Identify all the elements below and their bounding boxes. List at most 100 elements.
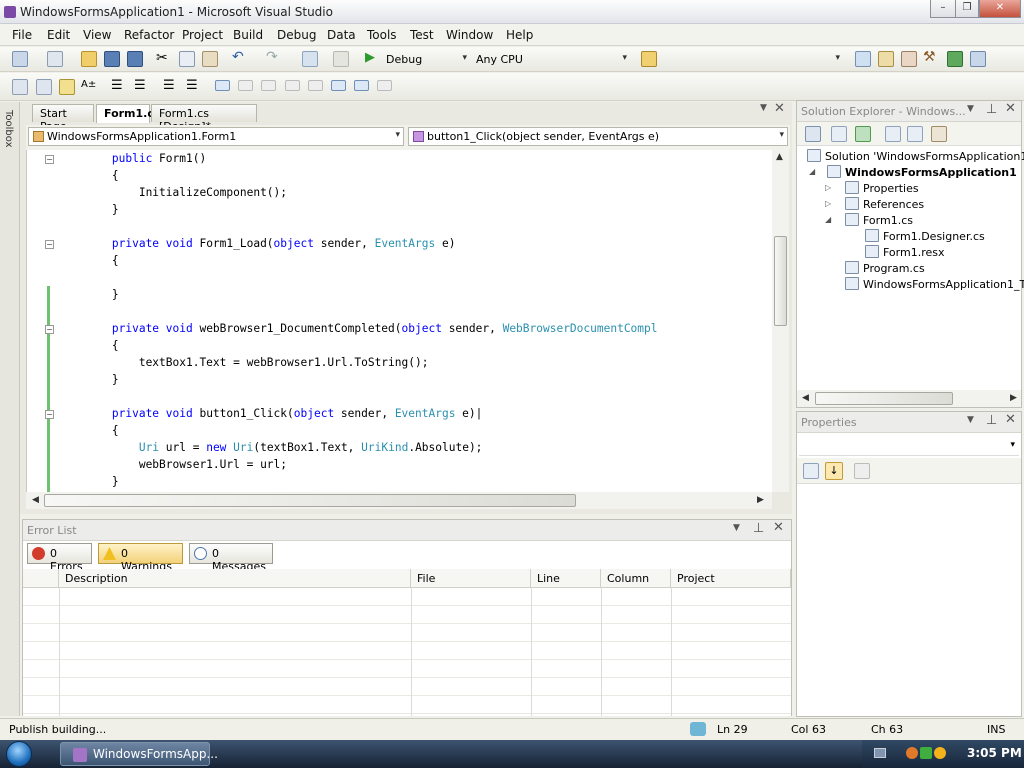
column-header-icon[interactable]: [23, 569, 59, 588]
save-all-icon[interactable]: [127, 51, 143, 67]
code-line[interactable]: {: [58, 252, 119, 269]
copy-icon[interactable]: [179, 51, 195, 67]
tree-node[interactable]: Program.cs: [845, 261, 925, 275]
next-bookmark-document-icon[interactable]: [354, 80, 369, 91]
warnings-filter-button[interactable]: 0 Warnings: [98, 543, 183, 573]
menu-help[interactable]: Help: [506, 28, 533, 42]
network-icon[interactable]: [906, 747, 918, 759]
minimize-button[interactable]: –: [930, 0, 956, 18]
menu-debug[interactable]: Debug: [277, 28, 316, 42]
redo-icon[interactable]: ↷: [266, 49, 282, 65]
window-position-icon[interactable]: ▼: [733, 523, 740, 533]
close-button[interactable]: ✕: [979, 0, 1021, 18]
collapse-toggle[interactable]: −: [45, 325, 54, 334]
sort-icon[interactable]: A±: [81, 79, 97, 95]
menu-project[interactable]: Project: [182, 28, 223, 42]
auto-hide-pin-icon[interactable]: ⊥: [753, 521, 764, 536]
code-line[interactable]: Uri url = new Uri(textBox1.Text, UriKind…: [58, 439, 483, 456]
paste-icon[interactable]: [202, 51, 218, 67]
code-line[interactable]: webBrowser1.Url = url;: [58, 456, 287, 473]
keyboard-icon[interactable]: [874, 748, 886, 758]
auto-hide-pin-icon[interactable]: ⊥: [986, 102, 997, 117]
tree-node[interactable]: Solution 'WindowsFormsApplication1: [807, 149, 1024, 163]
member-dropdown[interactable]: button1_Click(object sender, EventArgs e…: [408, 127, 788, 146]
tree-node[interactable]: References: [845, 197, 924, 211]
refresh-icon[interactable]: [855, 126, 871, 142]
tree-node[interactable]: Properties: [845, 181, 919, 195]
next-bookmark-folder-icon[interactable]: [308, 80, 323, 91]
property-pages-icon[interactable]: [854, 463, 870, 479]
menu-data[interactable]: Data: [327, 28, 356, 42]
code-line[interactable]: }: [58, 371, 119, 388]
indent-icon[interactable]: ☰: [134, 78, 150, 94]
menu-refactor[interactable]: Refactor: [124, 28, 174, 42]
expand-toggle-icon[interactable]: ▷: [825, 183, 831, 192]
column-header-line[interactable]: Line: [531, 569, 601, 588]
collapse-toggle[interactable]: −: [45, 240, 54, 249]
cut-icon[interactable]: ✂: [156, 50, 172, 66]
alphabetical-icon[interactable]: ↓: [825, 462, 843, 480]
close-document-icon[interactable]: ✕: [774, 101, 785, 116]
expand-toggle-icon[interactable]: ▷: [825, 199, 831, 208]
taskbar-item-visual-studio[interactable]: WindowsFormsApp...: [60, 742, 218, 766]
expand-toggle-icon[interactable]: ◢: [809, 167, 815, 176]
add-item-icon[interactable]: [47, 51, 63, 67]
solution-platform-dropdown[interactable]: Any CPU: [471, 50, 631, 69]
active-files-dropdown-icon[interactable]: ▼: [760, 103, 767, 113]
code-line[interactable]: }: [58, 473, 119, 490]
menu-build[interactable]: Build: [233, 28, 263, 42]
code-line[interactable]: }: [58, 286, 119, 303]
column-header-description[interactable]: Description: [59, 569, 411, 588]
code-line[interactable]: private void webBrowser1_DocumentComplet…: [58, 320, 658, 337]
maximize-button[interactable]: ❐: [955, 0, 979, 18]
start-debugging-icon[interactable]: ▶: [365, 50, 381, 66]
scroll-thumb[interactable]: [774, 236, 787, 326]
next-bookmark-icon[interactable]: [261, 80, 276, 91]
code-line[interactable]: {: [58, 337, 119, 354]
code-line[interactable]: }: [58, 201, 119, 218]
menu-test[interactable]: Test: [410, 28, 434, 42]
view-code-icon[interactable]: [885, 126, 901, 142]
editor-vertical-scrollbar[interactable]: ▲: [772, 150, 789, 492]
scroll-left-icon[interactable]: ◀: [802, 393, 809, 403]
code-line[interactable]: {: [58, 167, 119, 184]
find-in-files-icon[interactable]: [641, 51, 657, 67]
start-page-icon[interactable]: [947, 51, 963, 67]
class-dropdown[interactable]: WindowsFormsApplication1.Form1: [28, 127, 404, 146]
start-button[interactable]: [6, 741, 32, 767]
solution-configuration-dropdown[interactable]: Debug: [381, 50, 471, 69]
search-icon[interactable]: [934, 747, 946, 759]
code-line[interactable]: InitializeComponent();: [58, 184, 287, 201]
code-line[interactable]: textBox1.Text = webBrowser1.Url.ToString…: [58, 354, 429, 371]
find-combo[interactable]: [660, 50, 844, 69]
menu-file[interactable]: File: [12, 28, 32, 42]
solution-explorer-icon[interactable]: [855, 51, 871, 67]
open-folder-icon[interactable]: [81, 51, 97, 67]
scroll-up-icon[interactable]: ▲: [776, 152, 783, 162]
close-panel-icon[interactable]: ✕: [1005, 101, 1016, 116]
close-panel-icon[interactable]: ✕: [773, 520, 784, 535]
view-designer-icon[interactable]: [907, 126, 923, 142]
toolbox-tools-icon[interactable]: ⚒: [923, 49, 939, 65]
menu-view[interactable]: View: [83, 28, 111, 42]
navigate-backward-icon[interactable]: [302, 51, 318, 67]
messages-filter-button[interactable]: 0 Messages: [189, 543, 273, 573]
auto-hide-pin-icon[interactable]: ⊥: [986, 413, 997, 428]
format-icon[interactable]: [59, 79, 75, 95]
scroll-thumb[interactable]: [815, 392, 953, 405]
properties-window-icon[interactable]: [878, 51, 894, 67]
bookmark-icon[interactable]: [215, 80, 230, 91]
menu-edit[interactable]: Edit: [47, 28, 70, 42]
menu-tools[interactable]: Tools: [367, 28, 397, 42]
tree-node[interactable]: Form1.Designer.cs: [865, 229, 985, 243]
tree-node[interactable]: Form1.resx: [865, 245, 945, 259]
uncomment-icon[interactable]: ☰: [186, 78, 202, 94]
show-all-files-icon[interactable]: [831, 126, 847, 142]
save-icon[interactable]: [104, 51, 120, 67]
editor-horizontal-scrollbar[interactable]: ◀ ▶: [26, 492, 772, 509]
clock[interactable]: 3:05 PM: [967, 746, 1022, 760]
tree-node[interactable]: WindowsFormsApplication1_Te: [845, 277, 1024, 291]
tree-node[interactable]: Form1.cs: [845, 213, 913, 227]
collapse-toggle[interactable]: −: [45, 410, 54, 419]
menu-window[interactable]: Window: [446, 28, 493, 42]
